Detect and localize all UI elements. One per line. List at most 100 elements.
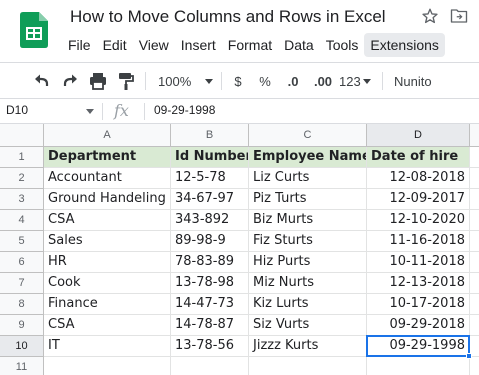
table-cell[interactable]: [470, 294, 479, 315]
chevron-down-icon[interactable]: [86, 109, 94, 114]
row-header-6[interactable]: 6: [0, 252, 44, 273]
header-cell[interactable]: Id Number: [171, 147, 249, 168]
table-cell[interactable]: Jizzz Kurts: [249, 336, 367, 357]
table-cell[interactable]: [470, 231, 479, 252]
percent-format-button[interactable]: %: [257, 70, 273, 92]
column-header-e[interactable]: [470, 124, 479, 147]
document-title[interactable]: How to Move Columns and Rows in Excel: [70, 7, 386, 27]
decrease-decimal-button[interactable]: .0: [282, 70, 304, 92]
table-cell[interactable]: 343-892: [171, 210, 249, 231]
table-cell[interactable]: 13-78-56: [171, 336, 249, 357]
table-cell[interactable]: CSA: [44, 315, 171, 336]
undo-icon[interactable]: [32, 70, 52, 92]
table-cell[interactable]: 89-98-9: [171, 231, 249, 252]
table-cell[interactable]: Fiz Sturts: [249, 231, 367, 252]
table-cell[interactable]: [367, 357, 470, 375]
paint-format-icon[interactable]: [116, 70, 136, 92]
row-header-10[interactable]: 10: [0, 336, 44, 357]
row-header-5[interactable]: 5: [0, 231, 44, 252]
font-select[interactable]: Nunito: [394, 70, 454, 92]
table-cell[interactable]: Cook: [44, 273, 171, 294]
table-cell[interactable]: [470, 357, 479, 375]
print-icon[interactable]: [88, 70, 108, 92]
table-cell[interactable]: Sales: [44, 231, 171, 252]
column-header-c[interactable]: C: [249, 124, 367, 147]
table-cell[interactable]: 11-16-2018: [367, 231, 470, 252]
table-cell[interactable]: 78-83-89: [171, 252, 249, 273]
move-folder-icon[interactable]: [450, 8, 468, 24]
table-cell[interactable]: HR: [44, 252, 171, 273]
sheets-logo-icon[interactable]: [20, 12, 48, 48]
table-cell[interactable]: 34-67-97: [171, 189, 249, 210]
select-all-corner[interactable]: [0, 124, 44, 147]
row-header-4[interactable]: 4: [0, 210, 44, 231]
table-cell[interactable]: Miz Nurts: [249, 273, 367, 294]
fill-handle[interactable]: [466, 353, 472, 359]
table-cell[interactable]: 12-13-2018: [367, 273, 470, 294]
title-bar: How to Move Columns and Rows in Excel Fi…: [0, 0, 479, 62]
table-cell[interactable]: Biz Murts: [249, 210, 367, 231]
table-cell[interactable]: Accountant: [44, 168, 171, 189]
table-cell[interactable]: [470, 168, 479, 189]
row-header-11[interactable]: 11: [0, 357, 44, 375]
header-cell[interactable]: Date of hire: [367, 147, 470, 168]
menu-format[interactable]: Format: [222, 33, 278, 57]
table-cell[interactable]: Kiz Lurts: [249, 294, 367, 315]
row-header-2[interactable]: 2: [0, 168, 44, 189]
table-cell[interactable]: Piz Turts: [249, 189, 367, 210]
name-box[interactable]: D10: [6, 103, 28, 117]
table-cell[interactable]: [470, 252, 479, 273]
table-cell[interactable]: Finance: [44, 294, 171, 315]
more-formats-button[interactable]: 123: [339, 70, 373, 92]
table-cell[interactable]: Siz Vurts: [249, 315, 367, 336]
table-cell[interactable]: 12-09-2017: [367, 189, 470, 210]
currency-format-button[interactable]: $: [230, 70, 246, 92]
table-cell[interactable]: 12-08-2018: [367, 168, 470, 189]
star-icon[interactable]: [421, 7, 439, 25]
menu-edit[interactable]: Edit: [97, 33, 133, 57]
table-cell[interactable]: [470, 210, 479, 231]
header-cell[interactable]: Department: [44, 147, 171, 168]
table-cell[interactable]: CSA: [44, 210, 171, 231]
table-cell[interactable]: 12-10-2020: [367, 210, 470, 231]
redo-icon[interactable]: [60, 70, 80, 92]
column-header-a[interactable]: A: [44, 124, 171, 147]
menu-view[interactable]: View: [133, 33, 175, 57]
header-cell[interactable]: Employee Name: [249, 147, 367, 168]
table-cell[interactable]: 09-29-1998: [367, 336, 470, 357]
table-cell[interactable]: 09-29-2018: [367, 315, 470, 336]
menu-data[interactable]: Data: [278, 33, 320, 57]
table-cell[interactable]: Liz Curts: [249, 168, 367, 189]
row-header-9[interactable]: 9: [0, 315, 44, 336]
row-header-7[interactable]: 7: [0, 273, 44, 294]
chevron-down-icon: [362, 78, 371, 84]
column-header-d[interactable]: D: [367, 124, 470, 147]
menu-insert[interactable]: Insert: [175, 33, 222, 57]
row-header-1[interactable]: 1: [0, 147, 44, 168]
formula-input[interactable]: 09-29-1998: [154, 103, 215, 117]
table-cell[interactable]: 10-17-2018: [367, 294, 470, 315]
table-cell[interactable]: [470, 273, 479, 294]
table-cell[interactable]: [470, 315, 479, 336]
table-cell[interactable]: 13-78-98: [171, 273, 249, 294]
column-header-b[interactable]: B: [171, 124, 249, 147]
menu-tools[interactable]: Tools: [320, 33, 365, 57]
increase-decimal-button[interactable]: .00: [310, 70, 336, 92]
table-cell[interactable]: IT: [44, 336, 171, 357]
table-cell[interactable]: 12-5-78: [171, 168, 249, 189]
table-cell[interactable]: Hiz Purts: [249, 252, 367, 273]
row-header-3[interactable]: 3: [0, 189, 44, 210]
table-cell[interactable]: 14-47-73: [171, 294, 249, 315]
table-cell[interactable]: 14-78-87: [171, 315, 249, 336]
table-cell[interactable]: [470, 147, 479, 168]
table-cell[interactable]: 10-11-2018: [367, 252, 470, 273]
table-cell[interactable]: [44, 357, 171, 375]
menu-extensions[interactable]: Extensions: [364, 33, 445, 57]
table-cell[interactable]: Ground Handeling: [44, 189, 171, 210]
row-header-8[interactable]: 8: [0, 294, 44, 315]
table-cell[interactable]: [249, 357, 367, 375]
table-cell[interactable]: [470, 189, 479, 210]
table-cell[interactable]: [171, 357, 249, 375]
menu-file[interactable]: File: [62, 33, 97, 57]
zoom-select[interactable]: 100%: [158, 70, 214, 92]
